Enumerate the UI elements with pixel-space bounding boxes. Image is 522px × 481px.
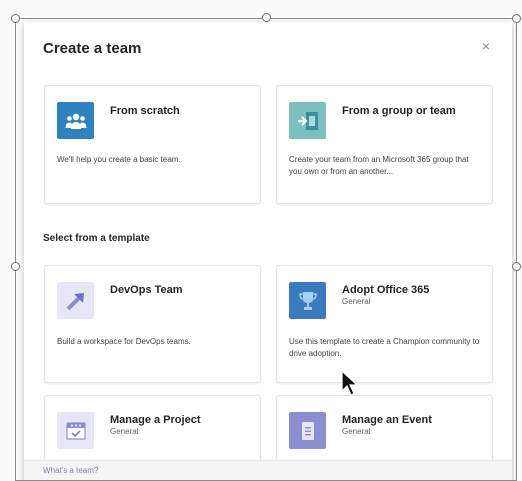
resize-handle[interactable]	[11, 262, 20, 271]
resize-handle[interactable]	[512, 262, 521, 271]
image-selection-frame	[15, 18, 517, 481]
resize-handle[interactable]	[11, 14, 20, 23]
resize-handle[interactable]	[512, 14, 521, 23]
mouse-cursor-icon	[341, 370, 358, 396]
resize-handle[interactable]	[262, 13, 271, 22]
